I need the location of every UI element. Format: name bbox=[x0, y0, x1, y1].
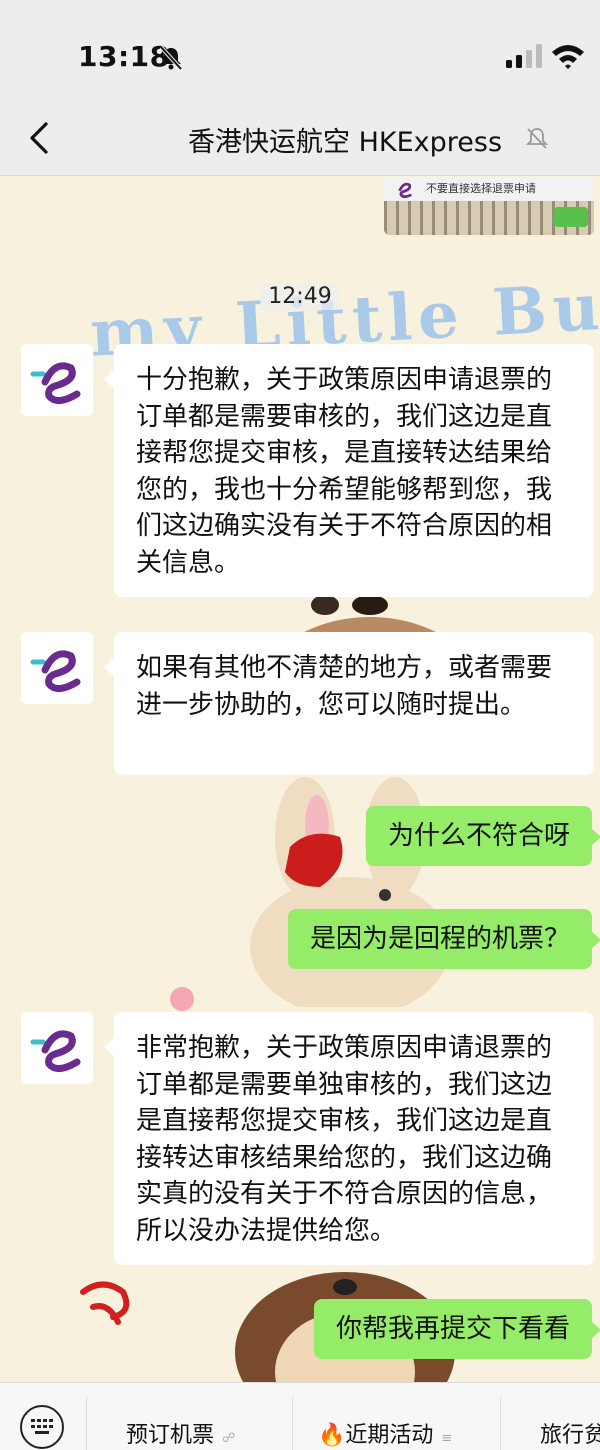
incoming-message[interactable]: 非常抱歉，关于政策原因申请退票的订单都是需要单独审核的，我们这边是直接帮您提交审… bbox=[104, 1012, 594, 1265]
menu-travel[interactable]: 旅行贫 bbox=[540, 1417, 600, 1449]
shared-image-badge bbox=[554, 207, 588, 227]
hkexpress-logo-icon bbox=[30, 650, 81, 692]
hkexpress-avatar[interactable] bbox=[21, 344, 93, 416]
menu-divider bbox=[86, 1397, 87, 1450]
status-bar: 13:18 bbox=[0, 0, 600, 100]
menu-divider bbox=[500, 1397, 501, 1450]
wifi-icon bbox=[552, 45, 584, 69]
status-time: 13:18 bbox=[78, 40, 170, 73]
red-swirl-icon bbox=[80, 1281, 130, 1325]
bell-muted-icon bbox=[159, 45, 183, 71]
outgoing-message[interactable]: 为什么不符合呀 bbox=[365, 806, 600, 866]
red-bow-icon bbox=[285, 833, 343, 887]
chat-area[interactable]: my Little Bud 不要直接选择退票申请 12:49 十分抱歉，关于政策… bbox=[0, 177, 600, 1382]
message-timestamp: 12:49 bbox=[0, 283, 600, 310]
chat-header: 香港快运航空 HKExpress bbox=[0, 100, 600, 176]
hkexpress-avatar[interactable] bbox=[21, 1012, 93, 1084]
incoming-message[interactable]: 十分抱歉，关于政策原因申请退票的订单都是需要审核的，我们这边是直接帮您提交审核，… bbox=[104, 344, 594, 597]
menu-travel-label: 旅行贫 bbox=[540, 1423, 600, 1448]
incoming-message[interactable]: 如果有其他不清楚的地方，或者需要进一步协助的，您可以随时提出。 bbox=[104, 632, 594, 775]
keyboard-toggle-button[interactable] bbox=[20, 1405, 64, 1449]
chat-title: 香港快运航空 HKExpress bbox=[188, 127, 503, 158]
outgoing-message[interactable]: 是因为是回程的机票？ bbox=[287, 909, 600, 969]
menu-divider bbox=[292, 1397, 293, 1450]
menu-recent-events-label: 🔥近期活动 bbox=[318, 1423, 434, 1448]
menu-recent-events[interactable]: 🔥近期活动 ≡ bbox=[318, 1417, 452, 1449]
menu-book-flights[interactable]: 预订机票 ☍ bbox=[126, 1417, 235, 1449]
menu-lines-icon: ≡ bbox=[441, 1431, 453, 1446]
keyboard-icon bbox=[31, 1419, 53, 1434]
hkexpress-logo-icon bbox=[30, 362, 81, 404]
mute-bell-icon bbox=[525, 128, 549, 149]
hkexpress-logo-icon bbox=[398, 182, 412, 199]
hkexpress-logo-icon bbox=[30, 1030, 81, 1072]
shared-image[interactable]: 不要直接选择退票申请 bbox=[384, 177, 594, 235]
service-menu-bar: 预订机票 ☍ 🔥近期活动 ≡ 旅行贫 bbox=[0, 1382, 600, 1450]
signal-icon bbox=[506, 44, 542, 68]
timestamp-label: 12:49 bbox=[260, 283, 340, 310]
menu-book-flights-label: 预订机票 bbox=[126, 1423, 215, 1448]
pink-dot-icon bbox=[170, 987, 194, 1011]
link-icon: ☍ bbox=[222, 1431, 236, 1446]
outgoing-message[interactable]: 你帮我再提交下看看 bbox=[313, 1299, 600, 1359]
hkexpress-avatar[interactable] bbox=[21, 632, 93, 704]
back-arrow-icon[interactable] bbox=[22, 118, 54, 158]
